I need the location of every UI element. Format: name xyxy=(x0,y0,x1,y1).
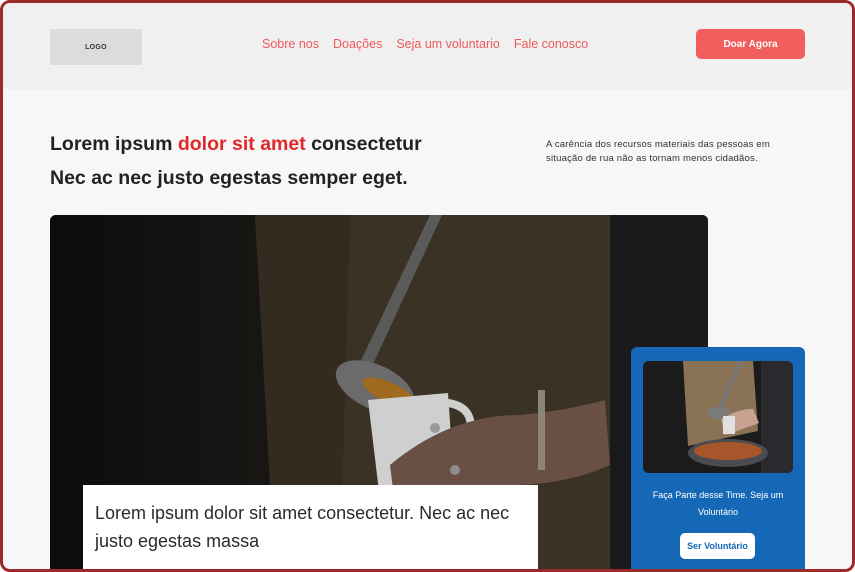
nav-link-sobre-nos[interactable]: Sobre nos xyxy=(262,37,319,51)
nav-link-seja-voluntario[interactable]: Seja um voluntario xyxy=(396,37,500,51)
hero-caption: Lorem ipsum dolor sit amet consectetur. … xyxy=(83,485,538,569)
volunteer-button[interactable]: Ser Voluntário xyxy=(680,533,755,559)
hero-title-accent: dolor sit amet xyxy=(177,133,306,155)
hero-title-part1: Lorem ipsum xyxy=(50,133,178,155)
logo[interactable]: LOGO xyxy=(50,29,142,65)
hero-title-part2: consectetur xyxy=(305,133,422,155)
volunteer-photo-illustration xyxy=(643,361,793,473)
volunteer-card: Faça Parte desse Time. Seja um Voluntári… xyxy=(631,347,805,569)
nav-link-fale-conosco[interactable]: Fale conosco xyxy=(514,37,588,51)
volunteer-card-text: Faça Parte desse Time. Seja um Voluntári… xyxy=(652,490,784,517)
volunteer-photo xyxy=(643,361,793,473)
hero-title-line2: Nec ac nec justo egestas semper eget. xyxy=(50,167,408,189)
main-nav: Sobre nos Doações Seja um voluntario Fal… xyxy=(262,37,588,51)
donate-button[interactable]: Doar Agora xyxy=(696,29,805,59)
page-frame: LOGO Sobre nos Doações Seja um voluntari… xyxy=(0,0,855,572)
hero-title: Lorem ipsum dolor sit amet consectetur Ne… xyxy=(50,127,510,195)
hero-side-text: A carência dos recursos materiais das pe… xyxy=(546,139,770,164)
header: LOGO Sobre nos Doações Seja um voluntari… xyxy=(3,3,852,89)
nav-link-doacoes[interactable]: Doações xyxy=(333,37,382,51)
